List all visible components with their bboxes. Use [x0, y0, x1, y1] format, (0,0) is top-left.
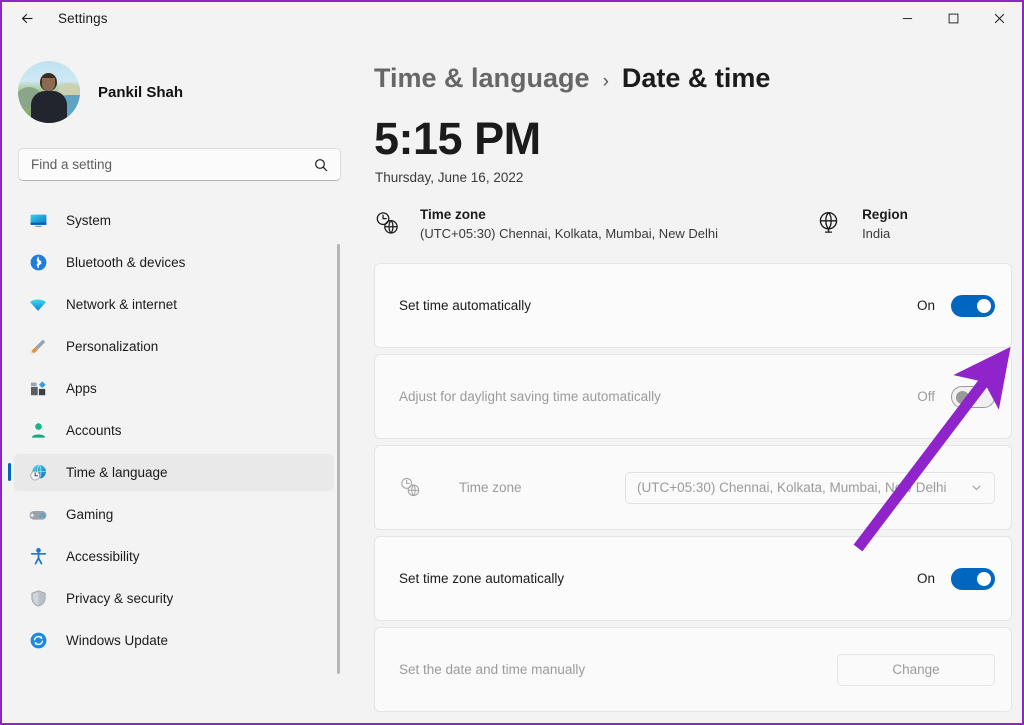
- back-arrow-icon: [21, 13, 32, 23]
- sidebar-item-bluetooth-devices[interactable]: Bluetooth & devices: [14, 244, 334, 281]
- sidebar-item-label: Accounts: [66, 423, 122, 438]
- window-title: Settings: [58, 10, 108, 26]
- adjust-daylight-saving-toggle[interactable]: [951, 385, 995, 408]
- info-region: Region India: [816, 207, 908, 241]
- card-set-time-automatically: Set time automatically On: [374, 263, 1012, 348]
- sidebar-item-apps[interactable]: Apps: [14, 370, 334, 407]
- sidebar-item-label: Windows Update: [66, 633, 169, 648]
- person-icon: [28, 421, 48, 441]
- card-label: Set time automatically: [399, 298, 532, 313]
- apps-icon: [28, 379, 48, 399]
- shield-icon: [28, 589, 48, 609]
- info-title: Region: [862, 207, 908, 222]
- settings-cards: Set time automatically On Adjust for day…: [374, 263, 1012, 712]
- sidebar-scrollbar[interactable]: [337, 244, 340, 674]
- sidebar-item-label: Personalization: [66, 339, 159, 354]
- avatar: [18, 61, 80, 123]
- sidebar-item-accounts[interactable]: Accounts: [14, 412, 334, 449]
- change-button[interactable]: Change: [837, 653, 995, 686]
- wifi-icon: [28, 295, 48, 315]
- sidebar-item-windows-update[interactable]: Windows Update: [14, 622, 334, 659]
- card-time-zone: Time zone (UTC+05:30) Chennai, Kolkata, …: [374, 445, 1012, 530]
- info-value: (UTC+05:30) Chennai, Kolkata, Mumbai, Ne…: [420, 226, 719, 241]
- window-controls: [884, 2, 1022, 34]
- accessibility-icon: [28, 547, 48, 567]
- maximize-button[interactable]: [930, 2, 976, 34]
- card-label: Set the date and time manually: [399, 662, 586, 677]
- sidebar-item-time-language[interactable]: Time & language: [8, 454, 334, 491]
- sidebar: Pankil Shah Find a setting System Blueto…: [4, 34, 342, 723]
- update-refresh-icon: [28, 631, 48, 651]
- maximize-icon: [948, 13, 958, 23]
- chevron-down-icon: [972, 485, 981, 491]
- sidebar-nav: System Bluetooth & devices Network & int…: [4, 197, 342, 707]
- card-set-time-zone-automatically: Set time zone automatically On: [374, 536, 1012, 621]
- globe-stand-icon: [816, 210, 844, 238]
- breadcrumb: Time & language › Date & time: [342, 34, 1022, 94]
- sidebar-item-accessibility[interactable]: Accessibility: [14, 538, 334, 575]
- sidebar-item-label: Accessibility: [66, 549, 140, 564]
- page-title: Date & time: [621, 63, 771, 93]
- set-time-automatically-toggle[interactable]: [951, 294, 995, 317]
- back-button[interactable]: [10, 4, 44, 32]
- sidebar-item-gaming[interactable]: Gaming: [14, 496, 334, 533]
- monitor-icon: [28, 211, 48, 231]
- card-label: Time zone: [459, 480, 522, 495]
- sidebar-item-label: Apps: [66, 381, 97, 396]
- toggle-state-text: On: [916, 298, 935, 313]
- dropdown-value: (UTC+05:30) Chennai, Kolkata, Mumbai, Ne…: [637, 480, 947, 495]
- sidebar-item-label: Gaming: [66, 507, 114, 522]
- info-value: India: [862, 226, 891, 241]
- current-date: Thursday, June 16, 2022: [375, 170, 524, 185]
- sidebar-item-label: Time & language: [66, 465, 168, 480]
- profile-section[interactable]: Pankil Shah: [4, 34, 342, 123]
- info-strip: Time zone (UTC+05:30) Chennai, Kolkata, …: [374, 207, 1022, 241]
- clock-globe-icon: [399, 476, 423, 500]
- close-icon: [994, 13, 1004, 23]
- profile-name: Pankil Shah: [98, 83, 184, 101]
- sidebar-item-network-internet[interactable]: Network & internet: [14, 286, 334, 323]
- search-icon: [315, 159, 328, 172]
- clock-globe-icon: [374, 210, 402, 238]
- minimize-button[interactable]: [884, 2, 930, 34]
- info-timezone: Time zone (UTC+05:30) Chennai, Kolkata, …: [374, 207, 718, 241]
- close-button[interactable]: [976, 2, 1022, 34]
- search-input[interactable]: [19, 157, 340, 172]
- clock-globe-icon: [28, 463, 48, 483]
- main-content: Time & language › Date & time 5:15 PM Th…: [342, 34, 1022, 723]
- toggle-state-text: On: [916, 571, 935, 586]
- paintbrush-icon: [28, 337, 48, 357]
- card-set-date-time-manually: Set the date and time manually Change: [374, 627, 1012, 712]
- card-label: Adjust for daylight saving time automati…: [399, 389, 661, 404]
- sidebar-item-label: Privacy & security: [66, 591, 174, 606]
- search-box[interactable]: [18, 148, 341, 181]
- gamepad-icon: [28, 505, 48, 525]
- sidebar-item-personalization[interactable]: Personalization: [14, 328, 334, 365]
- chevron-right-icon: ›: [602, 71, 609, 92]
- settings-window: Settings Pankil Shah Find a setting Syst…: [0, 0, 1024, 725]
- info-title: Time zone: [420, 207, 486, 222]
- sidebar-item-label: Network & internet: [66, 297, 178, 312]
- card-adjust-daylight-saving: Adjust for daylight saving time automati…: [374, 354, 1012, 439]
- breadcrumb-parent[interactable]: Time & language: [374, 63, 590, 94]
- titlebar: Settings: [2, 2, 1022, 34]
- sidebar-item-label: Bluetooth & devices: [66, 255, 186, 270]
- card-label: Set time zone automatically: [399, 571, 565, 586]
- set-time-zone-automatically-toggle[interactable]: [951, 567, 995, 590]
- current-time: 5:15 PM: [374, 113, 541, 164]
- toggle-state-text: Off: [917, 389, 935, 404]
- time-zone-dropdown[interactable]: (UTC+05:30) Chennai, Kolkata, Mumbai, Ne…: [625, 471, 995, 504]
- sidebar-item-system[interactable]: System: [14, 202, 334, 239]
- bluetooth-icon: [28, 253, 48, 273]
- sidebar-item-label: System: [66, 213, 112, 228]
- sidebar-item-privacy-security[interactable]: Privacy & security: [14, 580, 334, 617]
- minimize-icon: [902, 17, 912, 19]
